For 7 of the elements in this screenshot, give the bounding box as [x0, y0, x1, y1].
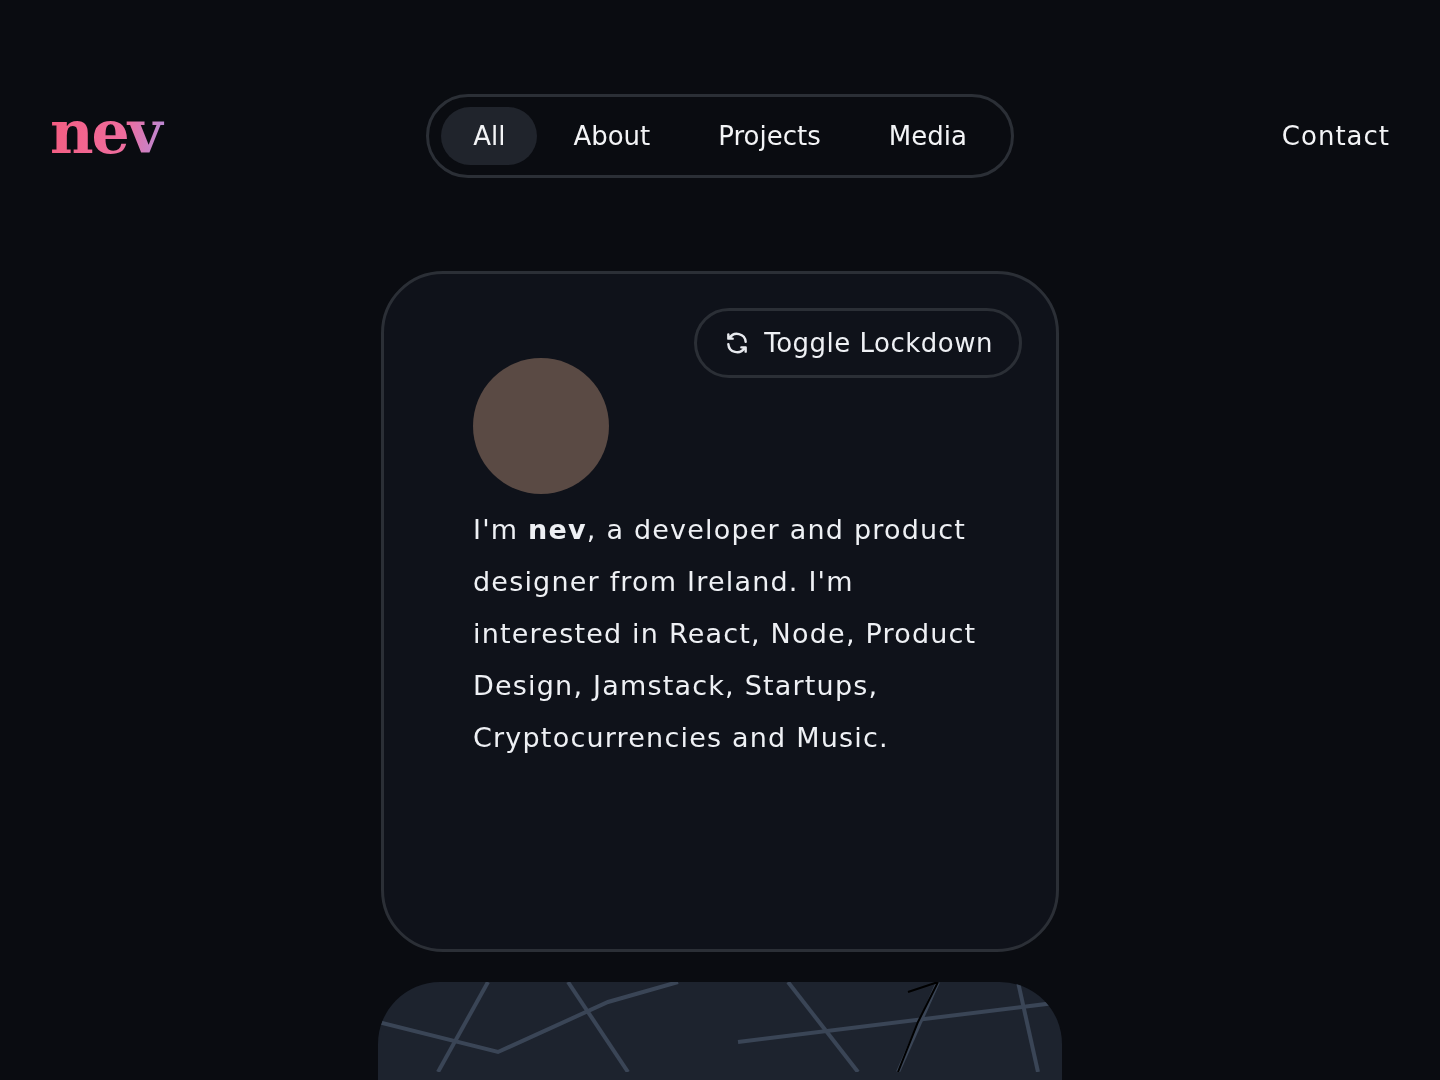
- nav-tab[interactable]: About: [541, 106, 683, 165]
- nav-tab[interactable]: Media: [856, 106, 999, 165]
- bio-text: I'm nev, a developer and product designer from Ireland. I'm interested in React, Node, Product Design, Jamstack, Startups, Cryptocurrencies and Music.: [473, 513, 978, 755]
- nav-tab[interactable]: Projects: [686, 106, 853, 165]
- nav-tab[interactable]: All: [441, 106, 538, 165]
- contact-link[interactable]: Contact: [1200, 120, 1390, 151]
- toggle-button[interactable]: Toggle Lockdown: [694, 308, 1022, 378]
